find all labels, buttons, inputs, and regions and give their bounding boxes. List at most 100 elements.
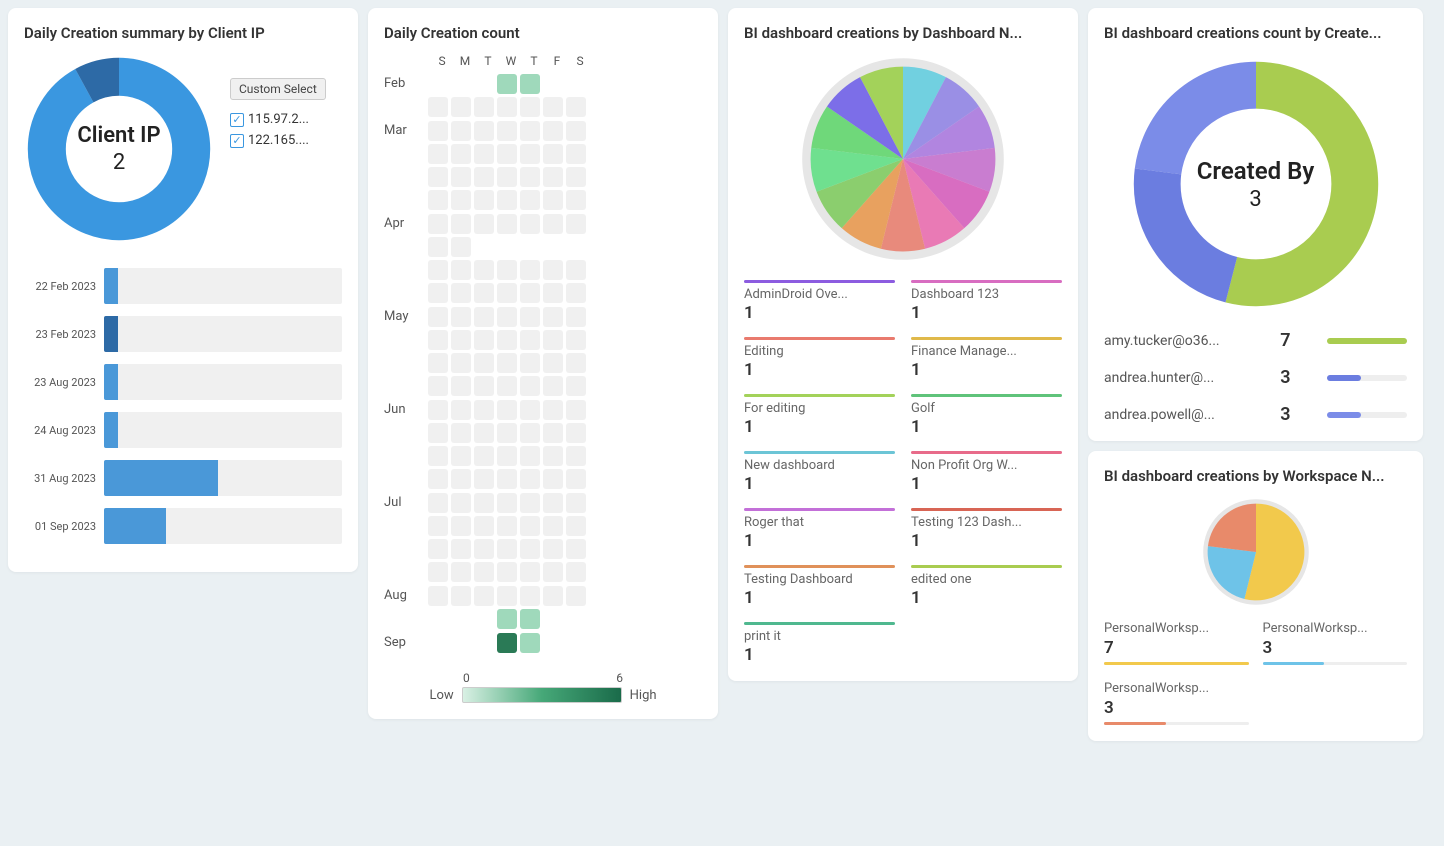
bar-row[interactable]: 22 Feb 2023 [24,268,342,304]
list-item[interactable]: PersonalWorksp...3 [1263,621,1408,665]
heatmap-cell[interactable] [543,74,563,94]
heatmap-cell[interactable] [497,353,517,373]
heatmap-cell[interactable] [428,74,448,94]
heatmap-cell[interactable] [543,609,563,629]
heatmap-cell[interactable] [451,260,471,280]
heatmap-cell[interactable] [566,307,586,327]
heatmap-cell[interactable] [428,144,448,164]
heatmap-cell[interactable] [451,97,471,117]
heatmap-cell[interactable] [474,493,494,513]
heatmap-cell[interactable] [428,190,448,210]
creator-row[interactable]: amy.tucker@o36...7 [1104,330,1407,351]
list-item[interactable]: Golf1 [911,394,1062,437]
heatmap-cell[interactable] [566,353,586,373]
heatmap-cell[interactable] [497,539,517,559]
heatmap-cell[interactable] [543,307,563,327]
heatmap-cell[interactable] [543,469,563,489]
heatmap-cell[interactable] [428,539,448,559]
heatmap-cell[interactable] [566,423,586,443]
heatmap-cell[interactable] [428,446,448,466]
heatmap-cell[interactable] [497,400,517,420]
heatmap-cell[interactable] [520,609,540,629]
client-ip-donut[interactable]: Client IP 2 [24,54,214,244]
heatmap-cell[interactable] [566,74,586,94]
checkbox-icon[interactable]: ✓ [230,134,244,148]
heatmap-cell[interactable] [520,121,540,141]
heatmap-cell[interactable] [566,190,586,210]
heatmap-cell[interactable] [566,400,586,420]
heatmap-cell[interactable] [520,97,540,117]
heatmap-cell[interactable] [543,633,563,653]
heatmap-cell[interactable] [543,97,563,117]
heatmap-cell[interactable] [474,376,494,396]
heatmap-cell[interactable] [474,97,494,117]
heatmap-cell[interactable] [474,260,494,280]
heatmap-cell[interactable] [497,121,517,141]
heatmap-cell[interactable] [520,633,540,653]
heatmap-cell[interactable] [543,190,563,210]
heatmap-cell[interactable] [566,237,586,257]
heatmap-cell[interactable] [451,539,471,559]
heatmap-cell[interactable] [520,307,540,327]
heatmap-cell[interactable] [497,283,517,303]
heatmap-cell[interactable] [428,260,448,280]
heatmap-cell[interactable] [451,167,471,187]
heatmap-cell[interactable] [543,214,563,234]
heatmap-cell[interactable] [520,516,540,536]
heatmap-cell[interactable] [428,307,448,327]
heatmap-cell[interactable] [566,97,586,117]
list-item[interactable]: For editing1 [744,394,895,437]
heatmap-cell[interactable] [543,516,563,536]
heatmap-cell[interactable] [474,609,494,629]
heatmap-cell[interactable] [520,167,540,187]
heatmap-cell[interactable] [543,330,563,350]
heatmap-cell[interactable] [497,190,517,210]
heatmap-cell[interactable] [474,469,494,489]
list-item[interactable]: PersonalWorksp...7 [1104,621,1249,665]
heatmap-cell[interactable] [474,237,494,257]
heatmap-cell[interactable] [474,539,494,559]
heatmap-cell[interactable] [520,353,540,373]
heatmap-cell[interactable] [428,562,448,582]
bar-row[interactable]: 23 Feb 2023 [24,316,342,352]
heatmap-cell[interactable] [520,237,540,257]
heatmap-cell[interactable] [543,237,563,257]
heatmap-cell[interactable] [497,330,517,350]
calendar-heatmap[interactable]: FebMarAprMayJunJulAugSep [384,74,702,653]
heatmap-cell[interactable] [520,74,540,94]
heatmap-cell[interactable] [451,609,471,629]
heatmap-cell[interactable] [451,214,471,234]
heatmap-cell[interactable] [566,260,586,280]
heatmap-cell[interactable] [451,237,471,257]
created-by-donut[interactable]: Created By 3 [1126,54,1386,314]
heatmap-cell[interactable] [497,260,517,280]
heatmap-cell[interactable] [520,446,540,466]
heatmap-cell[interactable] [451,307,471,327]
heatmap-cell[interactable] [497,376,517,396]
heatmap-cell[interactable] [451,121,471,141]
heatmap-cell[interactable] [520,562,540,582]
bar-row[interactable]: 23 Aug 2023 [24,364,342,400]
heatmap-cell[interactable] [520,260,540,280]
legend-item[interactable]: ✓115.97.2... [230,112,326,127]
heatmap-cell[interactable] [474,423,494,443]
heatmap-cell[interactable] [520,190,540,210]
heatmap-cell[interactable] [428,516,448,536]
heatmap-cell[interactable] [497,516,517,536]
heatmap-cell[interactable] [451,74,471,94]
heatmap-cell[interactable] [543,283,563,303]
heatmap-cell[interactable] [566,283,586,303]
heatmap-cell[interactable] [520,586,540,606]
list-item[interactable]: AdminDroid Ove...1 [744,280,895,323]
list-item[interactable]: New dashboard1 [744,451,895,494]
heatmap-cell[interactable] [566,446,586,466]
heatmap-cell[interactable] [566,633,586,653]
heatmap-cell[interactable] [543,493,563,513]
heatmap-cell[interactable] [520,493,540,513]
heatmap-cell[interactable] [451,283,471,303]
heatmap-cell[interactable] [566,144,586,164]
dashboard-name-pie[interactable] [798,54,1008,264]
creator-row[interactable]: andrea.hunter@...3 [1104,367,1407,388]
legend-item[interactable]: ✓122.165.... [230,133,326,148]
heatmap-cell[interactable] [497,74,517,94]
